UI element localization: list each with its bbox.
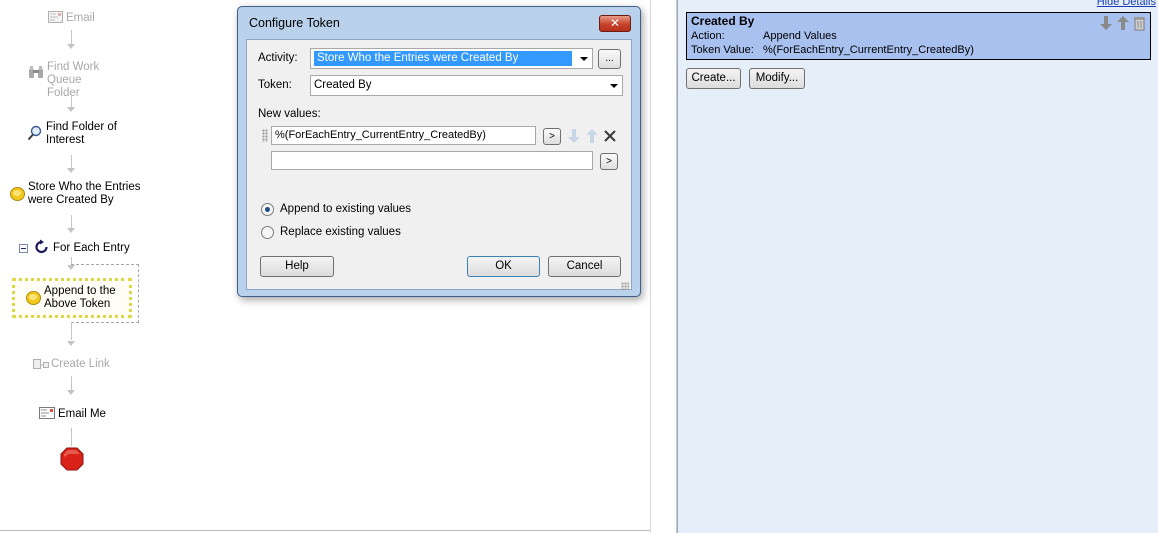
node-find-folder-of-interest[interactable]: Find Folder of Interest [46, 121, 126, 147]
token-label: Token: [258, 79, 292, 91]
remove-value-icon[interactable] [603, 129, 617, 146]
token-select[interactable]: Created By [310, 75, 623, 96]
email-icon [39, 407, 55, 422]
canvas-bottom-border [0, 530, 650, 531]
modify-button[interactable]: Modify... [749, 68, 805, 89]
close-button[interactable]: ✕ [599, 15, 631, 32]
stop-icon[interactable] [60, 447, 84, 474]
activity-label: Activity: [258, 52, 298, 64]
replace-option-label[interactable]: Replace existing values [280, 226, 401, 238]
configure-token-dialog: Configure Token ✕ Activity: Store Who th… [237, 6, 641, 297]
panel-splitter[interactable] [650, 0, 677, 533]
token-value-key: Token Value: [691, 44, 754, 56]
append-option-label[interactable]: Append to existing values [280, 203, 411, 215]
activity-select[interactable]: Store Who the Entries were Created By [310, 48, 593, 69]
dialog-title: Configure Token [249, 16, 340, 30]
collapse-icon[interactable] [19, 242, 28, 256]
chevron-down-icon [610, 84, 618, 88]
activity-selected-value: Store Who the Entries were Created By [314, 51, 572, 66]
token-value: %(ForEachEntry_CurrentEntry_CreatedBy) [763, 44, 974, 56]
new-values-label: New values: [258, 108, 321, 120]
token-icon [9, 185, 26, 205]
token-selected-value: Created By [314, 79, 372, 91]
node-for-each-entry[interactable]: For Each Entry [53, 242, 130, 255]
action-key: Action: [691, 30, 725, 42]
node-append-to-token[interactable]: Append to the Above Token [44, 285, 124, 311]
move-up-icon[interactable] [1116, 15, 1130, 34]
magnifier-icon [27, 125, 43, 144]
node-store-who-created[interactable]: Store Who the Entries were Created By [28, 181, 143, 207]
chevron-down-icon [580, 57, 588, 61]
loop-icon [34, 239, 50, 258]
details-panel: Hide Details Created By Action: Append Va… [677, 0, 1158, 533]
hide-details-link[interactable]: Hide Details [1097, 0, 1156, 8]
replace-radio[interactable] [261, 226, 274, 239]
move-up-icon[interactable] [585, 128, 599, 147]
help-button[interactable]: Help [260, 256, 334, 277]
move-down-icon[interactable] [567, 128, 581, 147]
node-email[interactable]: Email [66, 12, 95, 25]
create-button[interactable]: Create... [686, 68, 741, 89]
browse-button[interactable]: ... [598, 49, 621, 69]
binoculars-icon [28, 65, 44, 82]
drag-handle-icon[interactable] [262, 129, 268, 142]
value-input-1[interactable]: %(ForEachEntry_CurrentEntry_CreatedBy) [271, 126, 536, 145]
token-card[interactable]: Created By Action: Append Values Token Va… [686, 12, 1151, 60]
token-card-title: Created By [691, 14, 755, 28]
cancel-button[interactable]: Cancel [548, 256, 621, 277]
ok-button[interactable]: OK [467, 256, 540, 277]
delete-icon[interactable] [1133, 15, 1146, 34]
token-icon [25, 289, 42, 309]
node-find-work-queue-folder[interactable]: Find Work Queue Folder [47, 61, 117, 100]
link-icon [33, 359, 50, 373]
value-input-2[interactable] [271, 151, 593, 170]
resize-grip-icon[interactable] [621, 282, 629, 290]
move-down-icon[interactable] [1099, 15, 1113, 34]
action-value: Append Values [763, 30, 837, 42]
email-icon [48, 11, 63, 26]
insert-token-button-1[interactable]: > [543, 128, 561, 145]
node-email-me[interactable]: Email Me [58, 408, 106, 421]
node-create-link[interactable]: Create Link [51, 358, 110, 371]
insert-token-button-2[interactable]: > [600, 153, 618, 170]
append-radio[interactable] [261, 203, 274, 216]
dialog-body: Activity: Store Who the Entries were Cre… [246, 39, 632, 290]
